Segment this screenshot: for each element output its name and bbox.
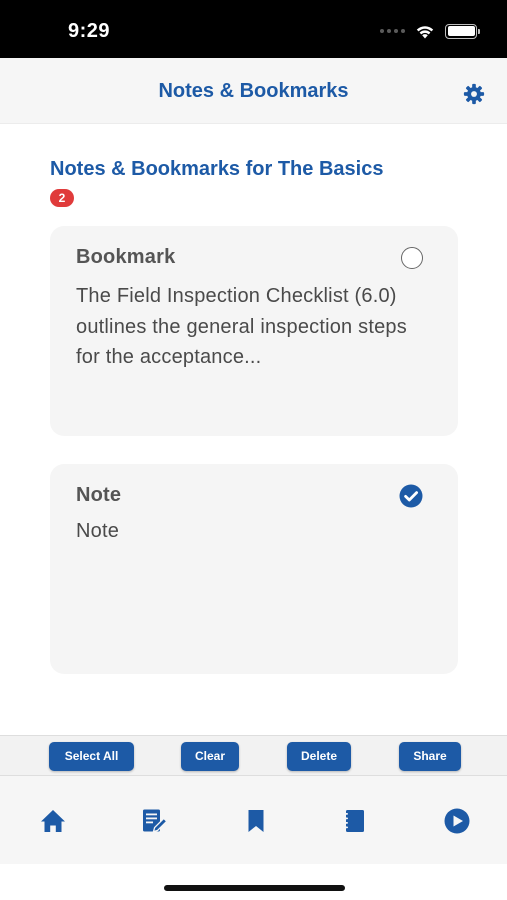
wifi-icon	[416, 25, 434, 38]
bookmark-icon[interactable]	[242, 807, 270, 835]
share-button[interactable]: Share	[399, 742, 461, 771]
status-time: 9:29	[68, 20, 111, 42]
status-bar: 9:29	[0, 0, 507, 58]
card-text: Note	[76, 520, 120, 542]
card-type-label: Note	[76, 484, 122, 506]
cellular-signal-icon	[380, 29, 405, 33]
check-circle-icon[interactable]	[399, 484, 423, 508]
contents-icon[interactable]	[341, 807, 369, 835]
bookmark-card[interactable]: Bookmark The Field Inspection Checklist …	[50, 226, 458, 436]
section-title: Notes & Bookmarks for The Basics	[50, 158, 384, 180]
gear-icon[interactable]	[463, 83, 485, 105]
battery-icon	[445, 23, 480, 39]
notes-icon[interactable]	[140, 807, 168, 835]
home-indicator[interactable]	[164, 885, 345, 891]
bottom-safe-area	[0, 864, 507, 900]
nav-header: Notes & Bookmarks	[0, 58, 507, 124]
play-icon[interactable]	[443, 807, 471, 835]
select-radio-unchecked[interactable]	[401, 247, 423, 269]
action-bar: Select All Clear Delete Share	[0, 735, 507, 776]
home-icon[interactable]	[39, 807, 67, 835]
select-all-button[interactable]: Select All	[49, 742, 134, 771]
delete-button[interactable]: Delete	[287, 742, 351, 771]
clear-button[interactable]: Clear	[181, 742, 239, 771]
page-title: Notes & Bookmarks	[158, 80, 349, 102]
count-badge: 2	[50, 189, 74, 207]
card-type-label: Bookmark	[76, 246, 176, 268]
status-indicators	[380, 22, 480, 40]
card-text: The Field Inspection Checklist (6.0) out…	[76, 285, 407, 368]
tab-bar	[0, 776, 507, 864]
note-card[interactable]: Note Note	[50, 464, 458, 674]
